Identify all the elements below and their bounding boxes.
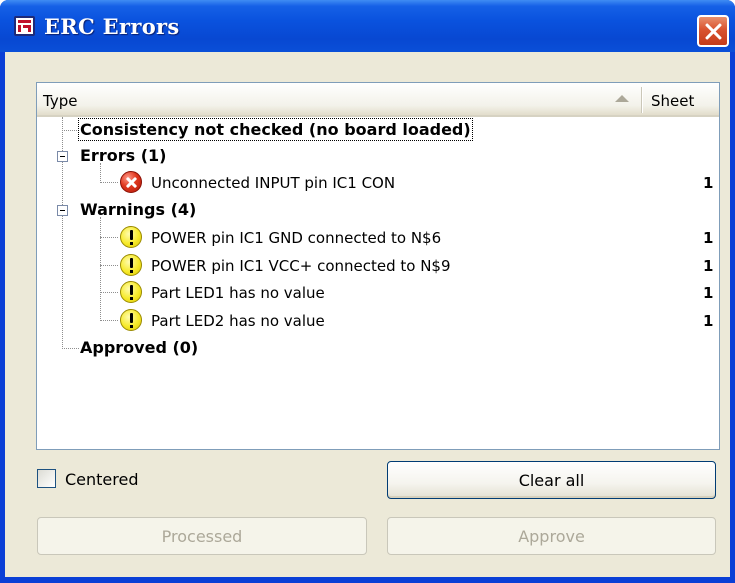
tree-body: Consistency not checked (no board loaded…	[37, 117, 719, 449]
tree-line	[62, 130, 79, 131]
error-icon	[120, 171, 142, 193]
tree-item-consistency[interactable]: Consistency not checked (no board loaded…	[37, 117, 719, 145]
dialog-client-area: Type Sheet Consistency not checked (no b…	[5, 52, 730, 577]
warning-icon	[120, 254, 142, 276]
warning-sheet-number: 1	[703, 284, 714, 302]
error-row[interactable]: Unconnected INPUT pin IC1 CON 1	[37, 169, 719, 197]
close-button[interactable]	[697, 15, 729, 47]
error-message: Unconnected INPUT pin IC1 CON	[151, 174, 396, 192]
collapse-icon[interactable]	[57, 205, 68, 216]
centered-checkbox[interactable]	[37, 469, 56, 488]
tree-header: Type Sheet	[37, 83, 719, 117]
tree-item-errors[interactable]: Errors (1)	[37, 143, 719, 171]
clear-all-button[interactable]: Clear all	[387, 461, 716, 499]
warning-row[interactable]: POWER pin IC1 VCC+ connected to N$9 1	[37, 252, 719, 280]
tree-line	[100, 237, 118, 238]
error-sheet-number: 1	[703, 174, 714, 192]
title-bar[interactable]: ERC Errors	[0, 0, 735, 52]
warning-icon	[120, 226, 142, 248]
column-header-sheet[interactable]: Sheet	[651, 92, 694, 110]
warning-row[interactable]: Part LED1 has no value 1	[37, 279, 719, 307]
errors-group-label: Errors (1)	[80, 146, 167, 165]
collapse-icon[interactable]	[57, 151, 68, 162]
warning-sheet-number: 1	[703, 229, 714, 247]
centered-label[interactable]: Centered	[65, 470, 139, 489]
warning-message: Part LED2 has no value	[151, 312, 325, 330]
warnings-group-label: Warnings (4)	[80, 200, 197, 219]
warning-row[interactable]: Part LED2 has no value 1	[37, 307, 719, 335]
clear-all-label: Clear all	[518, 470, 585, 490]
tree-item-approved[interactable]: Approved (0)	[37, 335, 719, 363]
tree-item-warnings[interactable]: Warnings (4)	[37, 197, 719, 225]
consistency-label: Consistency not checked (no board loaded…	[78, 118, 473, 141]
erc-errors-window: ERC Errors Type Sheet Consistency not ch…	[0, 0, 735, 583]
warning-sheet-number: 1	[703, 257, 714, 275]
processed-label: Processed	[161, 526, 243, 546]
tree-line	[100, 182, 118, 183]
tree-line	[100, 265, 118, 266]
erc-tree-view[interactable]: Type Sheet Consistency not checked (no b…	[36, 82, 720, 450]
approve-button[interactable]: Approve	[387, 517, 716, 555]
sort-ascending-icon	[615, 95, 629, 102]
warning-icon	[120, 309, 142, 331]
tree-line	[100, 320, 118, 321]
tree-line	[100, 292, 118, 293]
app-icon	[14, 16, 35, 36]
warning-message: POWER pin IC1 VCC+ connected to N$9	[151, 257, 451, 275]
approved-group-label: Approved (0)	[80, 338, 199, 357]
column-divider[interactable]	[641, 87, 643, 113]
column-header-type[interactable]: Type	[43, 92, 77, 110]
processed-button[interactable]: Processed	[37, 517, 367, 555]
approve-label: Approve	[518, 526, 585, 546]
warning-sheet-number: 1	[703, 312, 714, 330]
warning-icon	[120, 281, 142, 303]
warning-row[interactable]: POWER pin IC1 GND connected to N$6 1	[37, 224, 719, 252]
warning-message: Part LED1 has no value	[151, 284, 325, 302]
tree-line	[62, 348, 79, 349]
warning-message: POWER pin IC1 GND connected to N$6	[151, 229, 442, 247]
window-title: ERC Errors	[44, 14, 180, 39]
